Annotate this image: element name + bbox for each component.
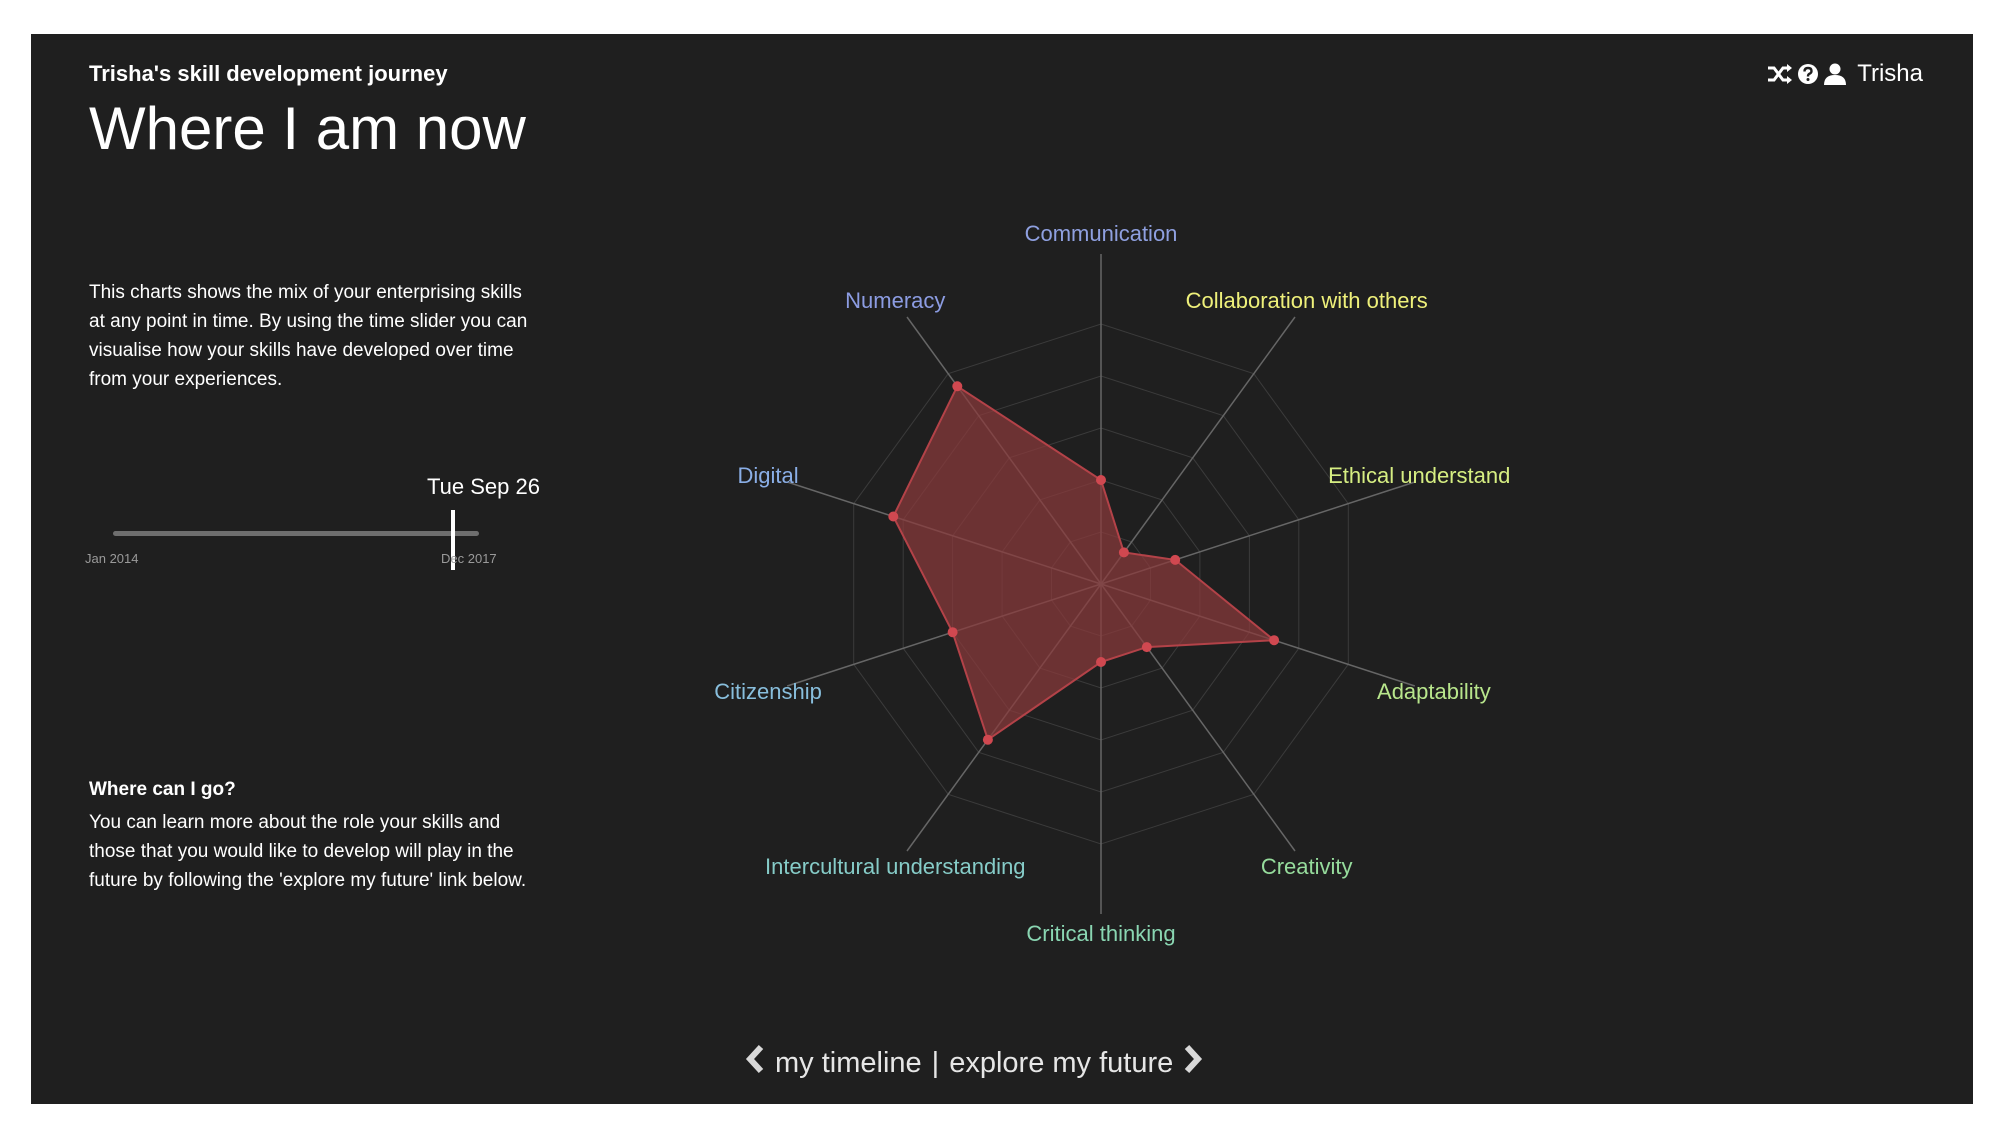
slider-current-date: Tue Sep 26 <box>427 474 540 499</box>
axis-label: Ethical understanding <box>1328 463 1511 488</box>
skill-point <box>1170 554 1181 565</box>
header-toolbar: Trisha <box>1767 60 1923 88</box>
intro-text: This charts shows the mix of your enterp… <box>89 282 528 390</box>
user-icon[interactable] <box>1823 63 1847 85</box>
app-panel: Trisha's skill development journey Where… <box>31 34 1973 1104</box>
shuffle-icon[interactable] <box>1767 63 1793 85</box>
app-title: Trisha's skill development journey <box>89 61 448 86</box>
slider-track[interactable] <box>113 531 479 536</box>
chevron-right-icon[interactable] <box>1183 1044 1203 1082</box>
page-title: Where I am now <box>89 95 526 162</box>
skill-point <box>952 381 963 392</box>
skill-point <box>1118 547 1129 558</box>
skill-point <box>947 627 958 638</box>
explore-my-future-link[interactable]: explore my future <box>949 1047 1173 1080</box>
axis-label: Citizenship <box>714 679 822 704</box>
slider-end-label: Dec 2017 <box>441 551 497 566</box>
where-can-i-go-heading: Where can I go? <box>89 779 236 800</box>
skills-area <box>892 384 1277 742</box>
chevron-left-icon[interactable] <box>745 1044 765 1082</box>
skill-point <box>888 511 899 522</box>
skill-point <box>1096 475 1106 485</box>
skill-point <box>1096 657 1106 667</box>
nav-separator: | <box>931 1046 940 1079</box>
axis-label: Intercultural understanding <box>765 854 1026 879</box>
skill-point <box>1269 635 1280 646</box>
axis-line <box>1100 316 1296 585</box>
footer-nav: my timeline | explore my future <box>745 1044 1203 1082</box>
axis-label: Numeracy <box>845 288 945 313</box>
axis-label: Communication <box>1025 221 1178 246</box>
skill-point <box>982 734 993 745</box>
axis-label: Critical thinking <box>1026 921 1175 946</box>
axis-label: Collaboration with others <box>1186 288 1428 313</box>
axis-label: Digital <box>738 463 799 488</box>
user-name[interactable]: Trisha <box>1857 60 1923 88</box>
axis-label: Creativity <box>1261 854 1353 879</box>
time-slider[interactable]: Tue Sep 26 Jan 2014 Dec 2017 <box>81 474 541 574</box>
axis-label: Adaptability <box>1377 679 1491 704</box>
where-can-i-go-text: You can learn more about the role your s… <box>89 812 527 891</box>
help-icon[interactable] <box>1797 63 1819 85</box>
my-timeline-link[interactable]: my timeline <box>775 1047 922 1080</box>
skills-radar-chart: Communication Collaboration with others Et… <box>714 221 1511 946</box>
slider-start-label: Jan 2014 <box>85 551 139 566</box>
skill-point <box>1141 642 1152 653</box>
